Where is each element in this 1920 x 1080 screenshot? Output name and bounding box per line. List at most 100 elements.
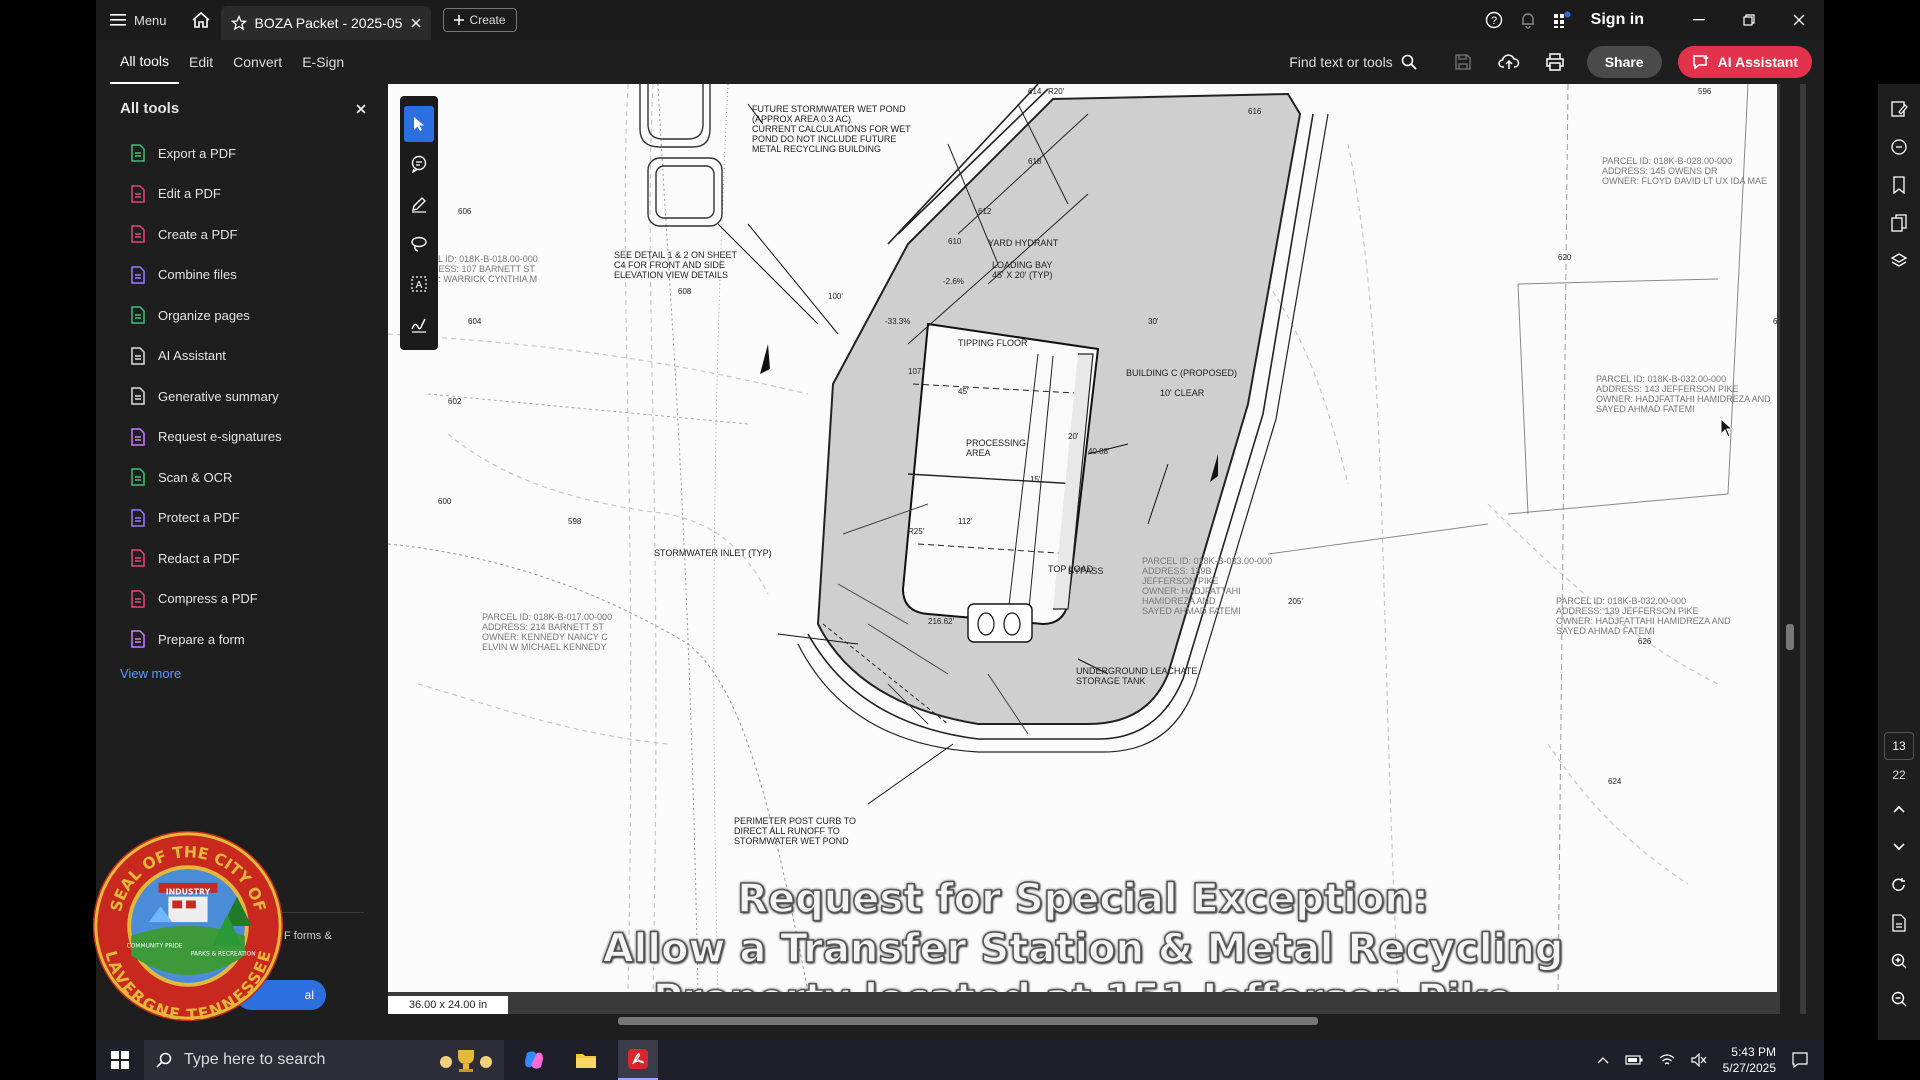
tab-convert[interactable]: Convert bbox=[223, 40, 292, 84]
copilot-app[interactable] bbox=[514, 1040, 554, 1080]
sign-tool[interactable] bbox=[404, 306, 434, 342]
zoom-out-button[interactable] bbox=[1881, 980, 1917, 1018]
dimension-label: 596 bbox=[1698, 87, 1712, 96]
label-loading-bay: LOADING BAY bbox=[992, 260, 1052, 270]
tool-item-edit-pdf[interactable]: Edit a PDF bbox=[130, 174, 388, 215]
select-tool[interactable] bbox=[404, 106, 434, 142]
document-tab[interactable]: BOZA Packet - 2025-05... bbox=[220, 6, 431, 40]
page-view-button[interactable] bbox=[1881, 904, 1917, 942]
tool-item-compress-pdf[interactable]: Compress a PDF bbox=[130, 579, 388, 620]
tool-item-export-pdf[interactable]: Export a PDF bbox=[130, 133, 388, 174]
notification-center-icon[interactable] bbox=[1792, 1052, 1808, 1068]
edit-pdf-rail-button[interactable] bbox=[1881, 90, 1917, 128]
windows-logo-icon bbox=[111, 1051, 129, 1069]
windows-taskbar: Type here to search 5:43 PM 5/27/2025 bbox=[96, 1040, 1824, 1080]
chevron-up-icon[interactable] bbox=[1597, 1056, 1609, 1064]
taskbar-search-placeholder: Type here to search bbox=[184, 1051, 326, 1068]
clock[interactable]: 5:43 PM 5/27/2025 bbox=[1723, 1044, 1776, 1076]
comment-tool[interactable] bbox=[404, 146, 434, 182]
next-page-button[interactable] bbox=[1881, 828, 1917, 866]
volume-muted-icon[interactable] bbox=[1691, 1053, 1707, 1067]
taskbar-search[interactable]: Type here to search bbox=[144, 1040, 504, 1080]
close-tab-icon[interactable] bbox=[411, 18, 421, 28]
upload-button[interactable] bbox=[1489, 44, 1529, 80]
label-parcel-top-right: ADDRESS: 145 OWENS DR bbox=[1602, 166, 1718, 176]
home-button[interactable] bbox=[181, 0, 221, 40]
previous-page-button[interactable] bbox=[1881, 790, 1917, 828]
caption-line-1: Request for Special Exception: bbox=[736, 875, 1429, 923]
tool-item-create-pdf[interactable]: Create a PDF bbox=[130, 214, 388, 255]
pages-rail-button[interactable] bbox=[1881, 204, 1917, 242]
save-button[interactable] bbox=[1443, 44, 1483, 80]
comment-rail-icon bbox=[1891, 139, 1907, 155]
tool-item-combine-files[interactable]: Combine files bbox=[130, 255, 388, 296]
zoom-in-button[interactable] bbox=[1881, 942, 1917, 980]
tool-item-request-esign[interactable]: Request e-signatures bbox=[130, 417, 388, 458]
restore-button[interactable] bbox=[1724, 0, 1774, 40]
apps-button[interactable] bbox=[1545, 0, 1579, 40]
comment-icon bbox=[411, 155, 427, 173]
pdf-page[interactable]: FUTURE STORMWATER WET POND (APPROX AREA 0… bbox=[388, 84, 1777, 992]
vertical-scrollbar[interactable] bbox=[1780, 84, 1800, 1014]
tool-item-generative-summary[interactable]: Generative summary bbox=[130, 376, 388, 417]
wifi-icon[interactable] bbox=[1659, 1053, 1675, 1067]
notifications-button[interactable] bbox=[1511, 0, 1545, 40]
tool-item-ai-assistant[interactable]: AI Assistant bbox=[130, 336, 388, 377]
label-parcel-far-right-2: OWNER: HADJFATTAHI HAMIDREZA AND bbox=[1556, 616, 1731, 626]
horizontal-scrollbar[interactable] bbox=[388, 1014, 1806, 1028]
tab-edit[interactable]: Edit bbox=[179, 40, 223, 84]
minimize-button[interactable] bbox=[1674, 0, 1724, 40]
tool-item-protect-pdf[interactable]: Protect a PDF bbox=[130, 498, 388, 539]
generative-summary-icon bbox=[131, 387, 145, 405]
tool-item-label: Redact a PDF bbox=[158, 550, 240, 566]
tab-e-sign[interactable]: E-Sign bbox=[292, 40, 354, 84]
file-explorer-app[interactable] bbox=[566, 1040, 606, 1080]
current-page-field[interactable]: 13 bbox=[1884, 732, 1914, 760]
document-viewport[interactable]: FUTURE STORMWATER WET POND (APPROX AREA 0… bbox=[388, 84, 1806, 1028]
tool-item-scan-ocr[interactable]: Scan & OCR bbox=[130, 457, 388, 498]
tab-all-tools[interactable]: All tools bbox=[110, 40, 180, 84]
start-button[interactable] bbox=[96, 1040, 144, 1080]
close-window-button[interactable] bbox=[1774, 0, 1824, 40]
dimension-label: 618 bbox=[1028, 157, 1042, 166]
ai-assistant-button[interactable]: AI Assistant bbox=[1677, 46, 1812, 78]
caption-line-2: Allow a Transfer Station & Metal Recycli… bbox=[602, 925, 1564, 973]
menu-button[interactable]: Menu bbox=[96, 0, 181, 40]
rotate-button[interactable] bbox=[1881, 866, 1917, 904]
sign-in-link[interactable]: Sign in bbox=[1591, 11, 1644, 29]
draw-tool[interactable] bbox=[404, 226, 434, 262]
label-parcel-far-right: OWNER: HADJFATTAHI HAMIDREZA AND bbox=[1596, 394, 1771, 404]
vertical-scroll-thumb[interactable] bbox=[1786, 624, 1794, 650]
view-more-link[interactable]: View more bbox=[96, 666, 388, 681]
tool-item-label: Combine files bbox=[158, 267, 237, 283]
create-button[interactable]: Create bbox=[442, 8, 517, 32]
label-parcel-bottom-left: OWNER: KENNEDY NANCY C bbox=[482, 632, 608, 642]
battery-icon[interactable] bbox=[1625, 1055, 1643, 1065]
find-tools-button[interactable]: Find text or tools bbox=[1289, 54, 1417, 70]
acrobat-app[interactable] bbox=[618, 1040, 658, 1080]
comment-rail-button[interactable] bbox=[1881, 128, 1917, 166]
tools-list: Export a PDF Edit a PDF Create a PDF Combin… bbox=[96, 133, 388, 660]
tool-item-redact-pdf[interactable]: Redact a PDF bbox=[130, 538, 388, 579]
dimension-label: 608 bbox=[678, 287, 692, 296]
print-button[interactable] bbox=[1535, 44, 1575, 80]
ai-assistant-icon bbox=[131, 347, 145, 365]
highlight-tool[interactable] bbox=[404, 186, 434, 222]
dimension-label: 216.62' bbox=[928, 617, 954, 626]
tool-item-organize-pages[interactable]: Organize pages bbox=[130, 295, 388, 336]
bookmarks-rail-button[interactable] bbox=[1881, 166, 1917, 204]
layers-rail-button[interactable] bbox=[1881, 242, 1917, 280]
close-panel-icon[interactable] bbox=[356, 103, 366, 114]
label-tipping-floor: TIPPING FLOOR bbox=[958, 338, 1028, 348]
tool-item-prepare-form[interactable]: Prepare a form bbox=[130, 619, 388, 660]
zoom-in-icon bbox=[1891, 953, 1907, 969]
menu-tabs: All tools Edit Convert E-Sign bbox=[96, 40, 354, 84]
help-icon: ? bbox=[1485, 11, 1502, 29]
text-tool[interactable]: A bbox=[404, 266, 434, 302]
star-icon[interactable] bbox=[230, 15, 247, 31]
horizontal-scroll-thumb[interactable] bbox=[618, 1017, 1318, 1025]
help-button[interactable]: ? bbox=[1477, 0, 1511, 40]
dimension-label: 616 bbox=[1248, 107, 1262, 116]
label-parcel-mid-right: PARCEL ID: 018K-B-033.00-000 bbox=[1142, 556, 1272, 566]
share-button[interactable]: Share bbox=[1586, 46, 1662, 78]
